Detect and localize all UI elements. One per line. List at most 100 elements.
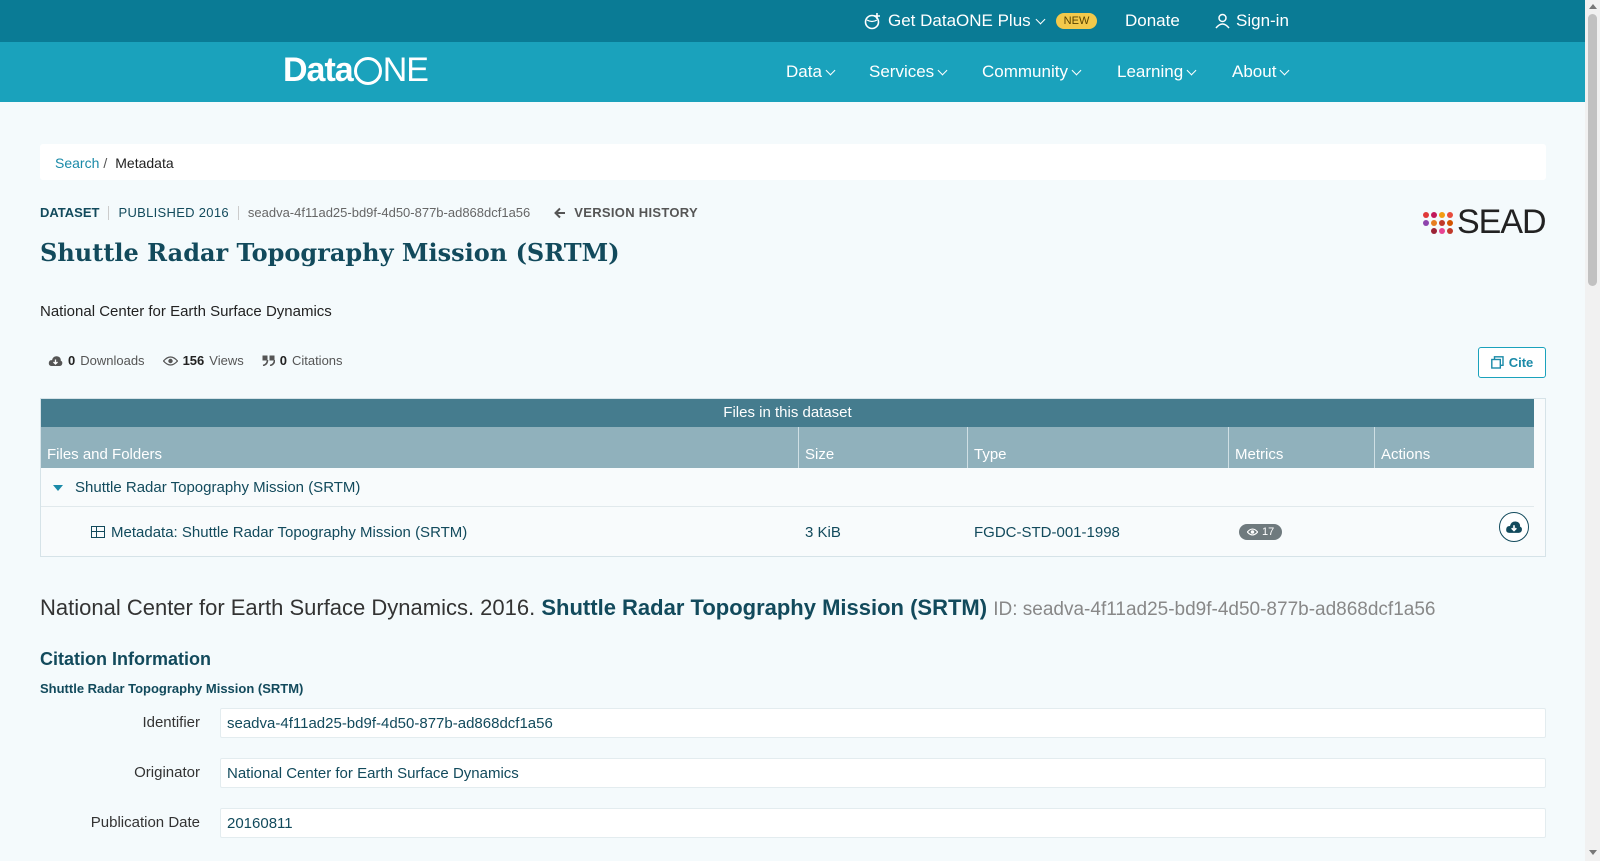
logo-dot: [1423, 228, 1429, 234]
scroll-up-icon[interactable]: [1589, 4, 1597, 9]
divider: [108, 205, 110, 220]
sead-dots-icon: [1423, 211, 1453, 234]
breadcrumb-search-link[interactable]: Search: [55, 155, 99, 171]
sead-repository-logo[interactable]: SEAD: [1423, 203, 1547, 242]
dataset-type-label: DATASET: [40, 205, 100, 220]
copy-icon: [1490, 356, 1504, 369]
chevron-down-icon: [937, 65, 948, 75]
eye-icon: [162, 355, 178, 366]
nav-item-label: Services: [869, 62, 935, 81]
get-dataone-plus-menu[interactable]: Get DataONE Plus NEW: [864, 11, 1098, 31]
nav-item-label: Community: [982, 62, 1068, 81]
column-header-type[interactable]: Type: [968, 427, 1229, 468]
get-dataone-plus-label: Get DataONE Plus: [888, 11, 1031, 30]
views-stat: 156 Views: [162, 353, 244, 368]
user-icon: [1215, 13, 1230, 29]
chevron-down-icon: [825, 65, 836, 75]
chevron-down-icon: [1071, 65, 1082, 75]
cloud-download-icon: [1506, 521, 1522, 533]
logo-dot: [1431, 211, 1437, 218]
breadcrumb-current: Metadata: [115, 155, 174, 171]
sign-in-label: Sign-in: [1236, 11, 1289, 30]
table-icon: [91, 526, 105, 538]
sead-logo-text: SEAD: [1457, 203, 1547, 241]
file-name-link[interactable]: Metadata: Shuttle Radar Topography Missi…: [91, 524, 467, 541]
views-label: Views: [209, 353, 244, 368]
divider: [237, 205, 239, 220]
chevron-down-icon: [1035, 14, 1046, 24]
files-table: Files in this dataset Files and Folders …: [40, 398, 1546, 557]
scrollbar-thumb[interactable]: [1588, 14, 1597, 286]
citation-info-heading: Citation Information: [40, 649, 211, 669]
field-label-publication-date: Publication Date: [90, 814, 200, 831]
file-views-badge: 17: [1239, 524, 1283, 540]
field-value-publication-date: 20160811: [220, 808, 1546, 838]
dataset-pid: seadva-4f11ad25-bd9f-4d50-877b-ad868dcf1…: [247, 205, 531, 220]
views-count: 156: [182, 353, 205, 368]
logo-dot: [1447, 219, 1453, 226]
field-label-identifier: Identifier: [142, 714, 200, 731]
sign-in-link[interactable]: Sign-in: [1215, 11, 1289, 31]
downloads-label: Downloads: [80, 353, 145, 368]
new-badge: NEW: [1055, 13, 1098, 29]
logo-dot: [1439, 211, 1445, 218]
field-value-originator: National Center for Earth Surface Dynami…: [220, 758, 1546, 788]
downloads-count: 0: [68, 353, 76, 368]
nav-item-services[interactable]: Services: [869, 62, 948, 82]
logo-dot: [1439, 219, 1445, 226]
logo-dot: [1423, 211, 1429, 218]
citations-count: 0: [279, 353, 287, 368]
nav-item-label: Learning: [1117, 62, 1184, 81]
column-header-files[interactable]: Files and Folders: [41, 427, 799, 468]
citations-label: Citations: [291, 353, 343, 368]
logo-dot: [1431, 219, 1437, 226]
nav-item-about[interactable]: About: [1232, 62, 1290, 82]
cite-label: Cite: [1508, 355, 1534, 370]
quote-icon: [262, 355, 275, 366]
version-history-link[interactable]: VERSION HISTORY: [554, 205, 698, 220]
donate-link[interactable]: Donate: [1125, 11, 1180, 31]
file-name: Metadata: Shuttle Radar Topography Missi…: [111, 524, 468, 541]
logo-dot: [1423, 219, 1429, 226]
file-type: FGDC-STD-001-1998: [974, 524, 1120, 541]
file-views-count: 17: [1262, 526, 1275, 538]
column-header-actions[interactable]: Actions: [1375, 427, 1534, 468]
column-header-metrics[interactable]: Metrics: [1229, 427, 1375, 468]
page-title: Shuttle Radar Topography Mission (SRTM): [40, 238, 620, 267]
citation-info-subheading: Shuttle Radar Topography Mission (SRTM): [40, 681, 304, 696]
cloud-download-icon: [48, 355, 63, 366]
page-scrollbar[interactable]: [1585, 0, 1600, 861]
eye-icon: [1247, 528, 1258, 536]
chevron-down-icon: [1279, 65, 1290, 75]
cite-button[interactable]: Cite: [1478, 347, 1546, 378]
caret-down-icon[interactable]: [53, 484, 63, 491]
folder-name: Shuttle Radar Topography Mission (SRTM): [75, 479, 361, 496]
logo-dot: [1439, 227, 1445, 234]
dataset-meta-line: DATASET PUBLISHED 2016 seadva-4f11ad25-b…: [40, 205, 698, 220]
published-label: PUBLISHED 2016: [118, 205, 229, 220]
nav-item-data[interactable]: Data: [786, 62, 836, 82]
logo-suffix: NE: [382, 51, 429, 89]
logo-prefix: Data: [283, 51, 354, 89]
column-header-size[interactable]: Size: [799, 427, 968, 468]
nav-item-label: About: [1232, 62, 1277, 81]
globe-plus-icon: [864, 13, 880, 30]
dataset-metrics: 0 Downloads 156 Views 0 Citations: [48, 353, 343, 368]
nav-item-learning[interactable]: Learning: [1117, 62, 1197, 82]
nav-item-label: Data: [786, 62, 822, 81]
main-navbar: Data NE Data Services Community Learning…: [0, 42, 1585, 102]
citation-line: National Center for Earth Surface Dynami…: [40, 595, 1435, 621]
version-history-label: VERSION HISTORY: [574, 205, 698, 220]
download-button[interactable]: [1499, 512, 1529, 542]
file-size: 3 KiB: [805, 524, 841, 541]
logo-dot: [1447, 211, 1453, 218]
field-value-identifier: seadva-4f11ad25-bd9f-4d50-877b-ad868dcf1…: [220, 708, 1546, 738]
logo-dot: [1431, 227, 1437, 234]
scroll-down-icon[interactable]: [1589, 850, 1597, 855]
citation-id: ID: seadva-4f11ad25-bd9f-4d50-877b-ad868…: [993, 599, 1436, 620]
dataone-logo[interactable]: Data NE: [283, 51, 429, 90]
breadcrumb: Search / Metadata: [40, 144, 1546, 180]
folder-row[interactable]: Shuttle Radar Topography Mission (SRTM): [41, 469, 1534, 507]
nav-item-community[interactable]: Community: [982, 62, 1082, 82]
chevron-down-icon: [1186, 65, 1197, 75]
